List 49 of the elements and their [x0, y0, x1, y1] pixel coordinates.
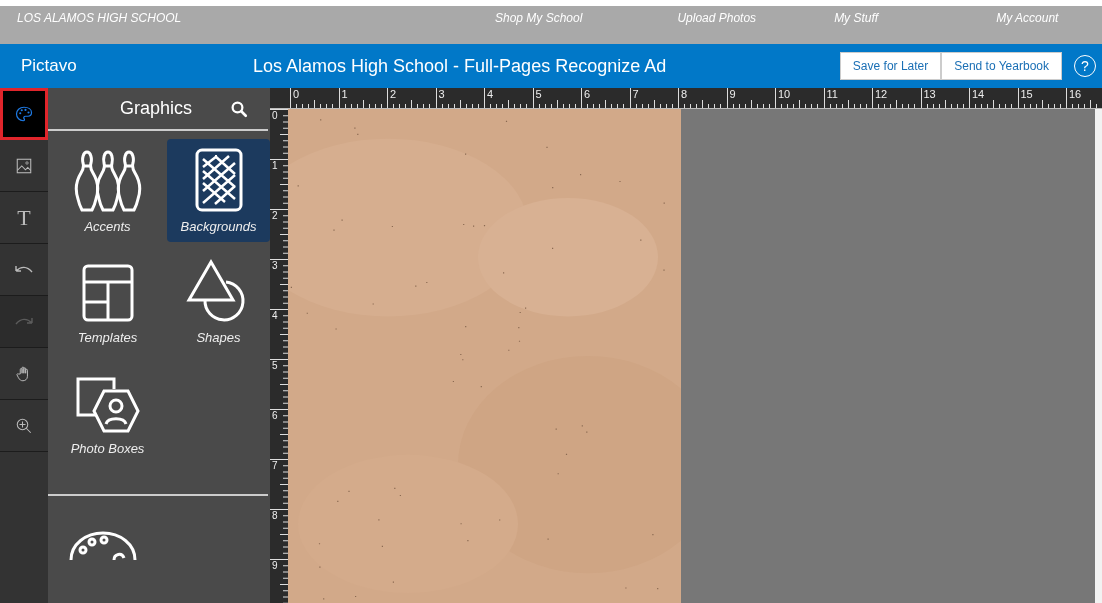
graphics-category[interactable]: Accents — [56, 139, 159, 242]
ruler-number: 2 — [390, 89, 398, 100]
ruler-number: 1 — [341, 89, 349, 100]
ruler-number: 3 — [272, 261, 278, 271]
ruler-number: 9 — [272, 561, 278, 571]
ruler-number: 1 — [272, 161, 278, 171]
graphics-category[interactable]: Templates — [56, 250, 159, 353]
tool-button[interactable] — [0, 88, 48, 140]
ruler-number: 4 — [487, 89, 495, 100]
ruler-number: 16 — [1069, 89, 1083, 100]
header-button[interactable]: Send to Yearbook — [941, 52, 1062, 80]
ruler-number: 10 — [778, 89, 792, 100]
ruler-number: 0 — [272, 111, 278, 121]
header-button[interactable]: Save for Later — [839, 52, 942, 80]
ruler-number: 6 — [272, 411, 278, 421]
ruler-number: 14 — [972, 89, 986, 100]
palette-icon — [15, 104, 33, 123]
ruler-number: 15 — [1020, 89, 1034, 100]
panel-title: Graphics — [120, 98, 193, 119]
ruler-number: 6 — [584, 89, 592, 100]
ruler-number: 7 — [272, 461, 278, 471]
brand-name: Pictavo — [21, 56, 78, 76]
ruler-number: 3 — [438, 89, 446, 100]
ruler-number: 13 — [923, 89, 937, 100]
search-icon[interactable] — [230, 99, 248, 118]
bowling-pins-icon — [72, 149, 143, 213]
ruler-number: 11 — [826, 89, 839, 100]
school-name: LOS ALAMOS HIGH SCHOOL — [16, 10, 183, 25]
image-icon — [15, 156, 33, 175]
project-title: Los Alamos High School - Full-Pages Recognize Ad — [253, 55, 668, 77]
text-tool-label: T — [17, 204, 31, 231]
scrollbar[interactable] — [1095, 109, 1102, 603]
ruler-number: 2 — [272, 211, 278, 221]
ruler-number: 8 — [272, 511, 278, 521]
undo-icon — [15, 265, 33, 274]
ruler-number: 0 — [293, 89, 301, 100]
ruler-number: 8 — [681, 89, 689, 100]
graphics-category[interactable]: Backgrounds — [167, 139, 270, 242]
palette-icon — [68, 530, 138, 560]
ruler-number: 5 — [272, 361, 278, 371]
ruler-number: 9 — [729, 89, 737, 100]
ruler-number: 4 — [272, 311, 278, 321]
graphics-category[interactable]: Shapes — [167, 250, 270, 353]
redo-icon — [15, 317, 33, 326]
graphics-category[interactable]: Photo Boxes — [56, 361, 159, 464]
ruler-number: 12 — [875, 89, 889, 100]
ruler-number: 5 — [535, 89, 543, 100]
ruler-number: 7 — [632, 89, 640, 100]
zoom-in-icon — [15, 416, 33, 435]
